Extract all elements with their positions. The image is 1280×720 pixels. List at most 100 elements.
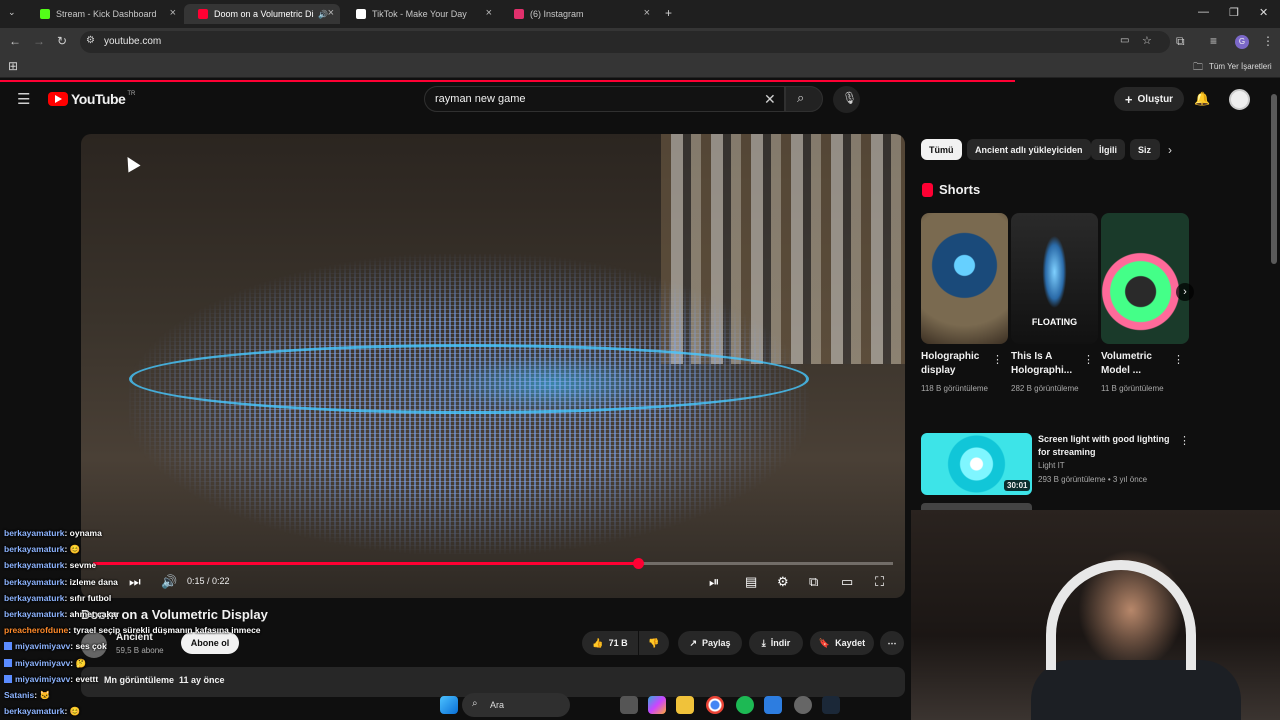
download-label: İndir [770,638,791,648]
theater-mode-icon[interactable]: ▭ [841,574,853,590]
menu-kebab-icon[interactable]: ⋮ [1262,34,1274,48]
fullscreen-icon[interactable]: ⛶ [875,574,884,590]
address-bar[interactable]: ⚙ youtube.com ▭ ☆ [80,31,1170,53]
youtube-favicon-icon [198,9,208,19]
tab-tiktok[interactable]: TikTok - Make Your Day × [342,4,498,24]
chat-text: : evettt [70,673,99,684]
cast-icon[interactable]: ▭ [1120,35,1129,46]
tab-instagram[interactable]: (6) Instagram × [500,4,656,24]
dislike-button[interactable]: 👎 [639,631,669,655]
settings-gear-icon[interactable]: ⚙ [777,574,789,590]
short-thumbnail[interactable]: FLOATING [1011,213,1098,344]
short-title[interactable]: Volumetric Model ... [1101,350,1171,378]
windows-taskbar: ⌕ Ara [420,690,860,720]
short-title[interactable]: This Is A Holographi... [1011,350,1081,378]
recommended-title[interactable]: Screen light with good lighting for stre… [1038,433,1178,459]
tab-youtube[interactable]: Doom on a Volumetric Display 🔊 × [184,4,340,24]
short-menu-icon[interactable]: ⋮ [1173,353,1184,366]
chip-from-uploader[interactable]: Ancient adlı yükleyiciden [967,139,1091,160]
short-overlay-text: FLOATING [1031,317,1078,327]
minimize-icon[interactable]: — [1198,6,1209,18]
short-thumbnail[interactable] [921,213,1008,344]
short-menu-icon[interactable]: ⋮ [1083,353,1094,366]
restore-icon[interactable]: ❐ [1229,6,1239,19]
windows-start-icon[interactable] [440,696,458,714]
copilot-icon[interactable] [648,696,666,714]
search-button[interactable]: ⌕ [785,86,823,112]
like-button[interactable]: 👍 71 B [582,631,638,655]
close-tab-icon[interactable]: × [644,7,650,19]
close-tab-icon[interactable]: × [486,7,492,19]
chips-next-icon[interactable]: › [1168,143,1172,157]
chip-related[interactable]: İlgili [1091,139,1125,160]
chat-username: miyavimiyavv [15,641,71,652]
short-menu-icon[interactable]: ⋮ [992,353,1003,366]
profile-avatar-icon[interactable]: G [1235,35,1249,49]
site-info-icon[interactable]: ⚙ [86,35,95,46]
youtube-logo[interactable]: YouTube TR [48,91,135,107]
bookmark-star-icon[interactable]: ☆ [1142,34,1152,47]
voice-search-button[interactable]: 🎙 [833,86,860,113]
chat-text: : izleme dana [64,576,118,587]
chip-all[interactable]: Tümü [921,139,962,160]
chat-message: preacherofdune: tyrael seçip sürekli düş… [4,623,304,639]
store-icon[interactable] [764,696,782,714]
apps-grid-icon[interactable]: ⊞ [8,59,18,73]
more-actions-button[interactable]: ⋯ [880,631,904,655]
chip-for-you[interactable]: Siz [1130,139,1160,160]
task-view-icon[interactable] [620,696,638,714]
url-text: youtube.com [104,36,162,47]
short-views: 118 B görüntüleme [921,384,989,393]
tab-label: Stream - Kick Dashboard [56,9,157,19]
all-bookmarks-link[interactable]: Tüm Yer İşaretleri [1209,62,1272,71]
chat-message: berkayamaturk: ahmet çakar [4,607,304,623]
recommended-channel[interactable]: Light IT [1038,461,1065,470]
seek-bar-handle[interactable] [633,558,645,569]
short-title[interactable]: Holographic display [921,350,991,378]
spotify-icon[interactable] [736,696,754,714]
autoplay-toggle[interactable]: ⏯ [709,574,719,590]
file-explorer-icon[interactable] [676,696,694,714]
taskbar-search[interactable]: ⌕ Ara [462,693,570,717]
reading-list-icon[interactable]: ≡ [1210,34,1217,48]
recommended-menu-icon[interactable]: ⋮ [1179,434,1190,447]
webcam-headset [1046,560,1196,670]
short-thumbnail[interactable] [1101,213,1189,344]
steam-icon[interactable] [822,696,840,714]
tab-list-icon[interactable]: ⌄ [8,7,16,18]
notifications-bell-icon[interactable]: 🔔 [1194,91,1210,107]
bookmarks-bar: ⊞ 🗀 Tüm Yer İşaretleri [0,56,1280,78]
subtitles-icon[interactable]: ▤ [745,574,757,590]
download-button[interactable]: ⤓ İndir [749,631,803,655]
extensions-icon[interactable]: ⧉ [1176,34,1185,49]
account-avatar[interactable] [1229,89,1250,110]
reload-icon[interactable]: ↻ [57,34,67,48]
new-tab-icon[interactable]: + [665,6,672,20]
chat-username: berkayamaturk [4,528,65,538]
logo-wordmark: YouTube [71,91,126,107]
like-count: 71 B [608,638,628,648]
close-tab-icon[interactable]: × [328,7,334,19]
tab-kick[interactable]: Stream - Kick Dashboard × [26,4,182,24]
search-input[interactable] [435,91,735,107]
close-window-icon[interactable]: ✕ [1259,6,1268,19]
page-scrollbar[interactable] [1271,94,1277,264]
obs-icon[interactable] [794,696,812,714]
close-tab-icon[interactable]: × [170,7,176,19]
hamburger-menu-icon[interactable]: ☰ [17,90,30,108]
clear-search-icon[interactable]: ✕ [764,91,776,108]
back-icon[interactable]: ← [9,34,21,48]
create-button[interactable]: + Oluştur [1114,87,1184,111]
save-label: Kaydet [835,638,866,648]
miniplayer-icon[interactable]: ⧉ [809,574,818,590]
chrome-icon[interactable] [706,696,724,714]
save-button[interactable]: 🔖 Kaydet [810,631,874,655]
chat-text: : 🐱 [34,689,51,700]
share-button[interactable]: ↗ Paylaş [678,631,742,655]
short-views: 282 B görüntüleme [1011,384,1079,393]
shorts-next-icon[interactable]: › [1176,283,1194,301]
browser-tab-strip: ⌄ Stream - Kick Dashboard × Doom on a Vo… [0,0,1280,28]
audio-playing-icon[interactable]: 🔊 [318,10,328,19]
search-box[interactable]: ✕ [424,86,785,112]
forward-icon[interactable]: → [33,34,45,48]
